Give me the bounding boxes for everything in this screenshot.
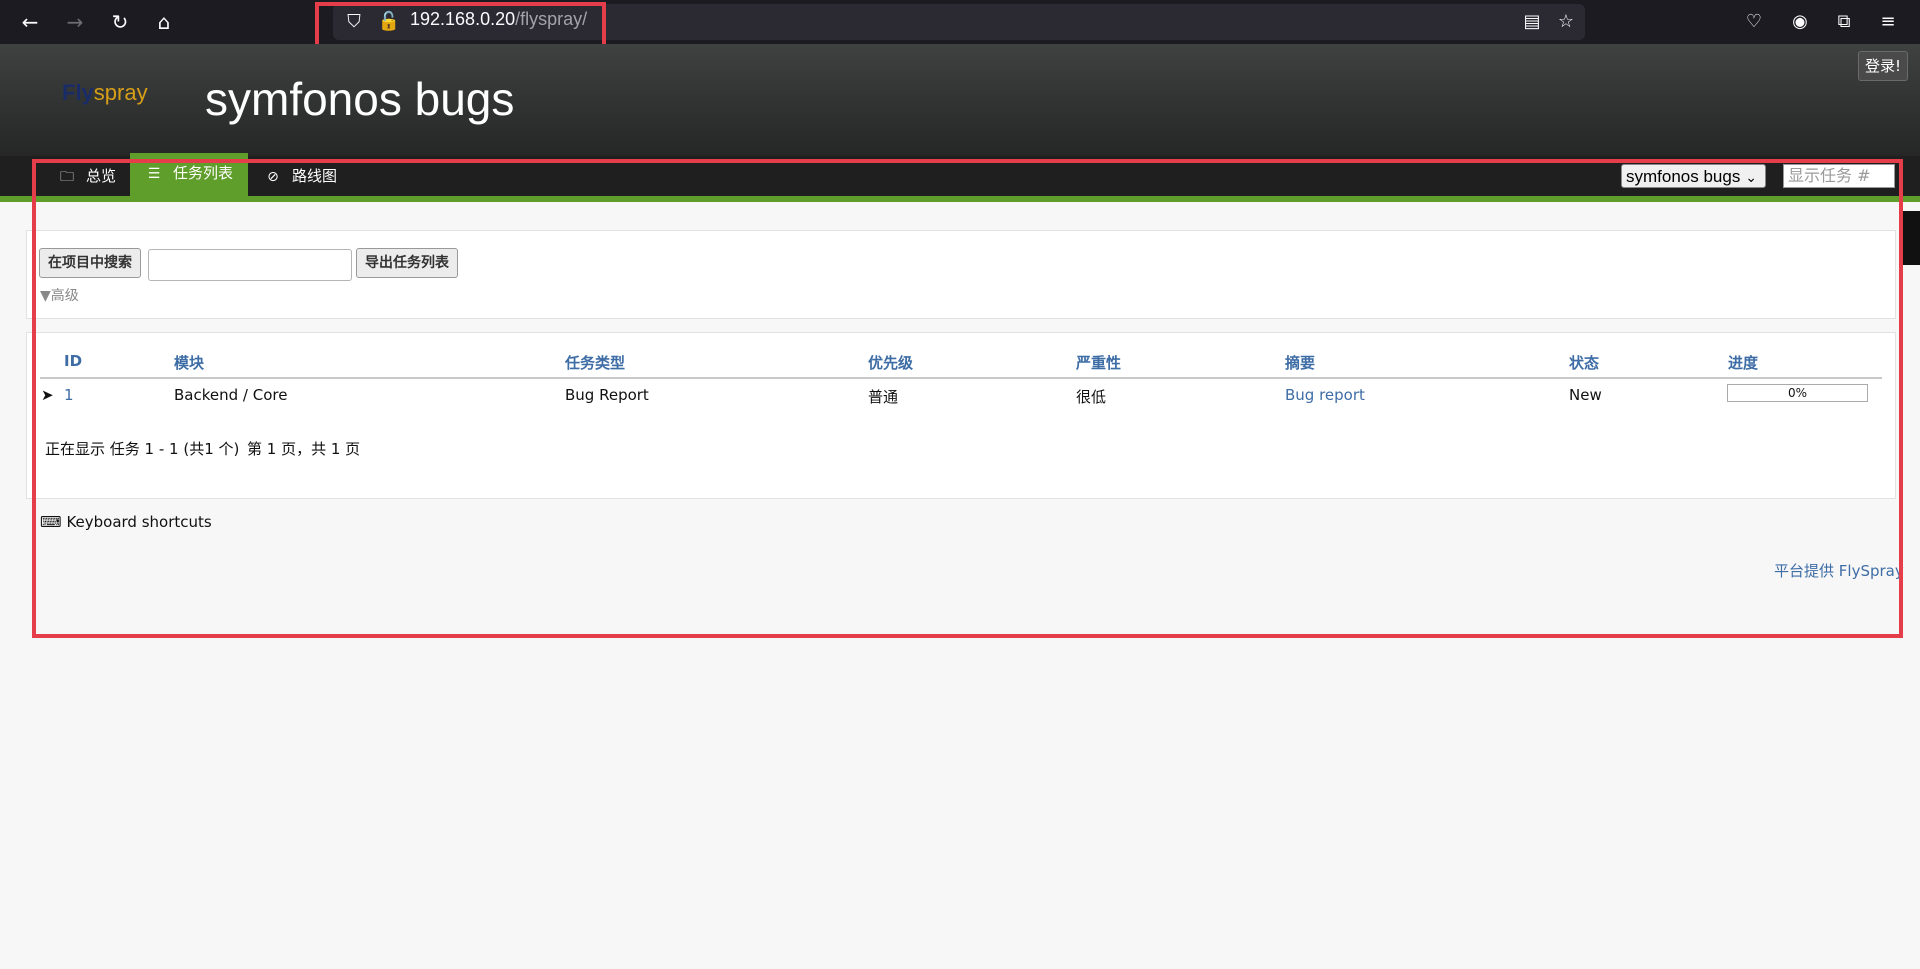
side-panel-handle[interactable] xyxy=(1903,211,1920,265)
column-header-progress[interactable]: 进度 xyxy=(1728,352,1758,373)
folder-icon: 🗀 xyxy=(60,169,74,185)
tab-overview-label: 总览 xyxy=(86,167,117,185)
shield-icon[interactable]: ⛉ xyxy=(342,10,366,34)
pocket-icon[interactable]: ♡ xyxy=(1742,10,1766,34)
column-header-id[interactable]: ID xyxy=(64,352,82,370)
url-text[interactable]: 192.168.0.20/flyspray/ xyxy=(410,9,587,30)
task-status: New xyxy=(1569,386,1602,404)
keyboard-icon: ⌨ xyxy=(40,513,62,531)
login-button[interactable]: 登录! xyxy=(1858,51,1909,81)
extensions-icon[interactable]: ⧉ xyxy=(1832,10,1856,34)
list-icon: ☰ xyxy=(147,166,161,182)
export-tasklist-button[interactable]: 导出任务列表 xyxy=(356,248,458,278)
column-header-priority[interactable]: 优先级 xyxy=(868,352,913,373)
tab-roadmap[interactable]: ⊘ 路线图 xyxy=(250,156,351,196)
search-input[interactable] xyxy=(148,249,352,281)
forward-icon[interactable]: → xyxy=(60,8,90,36)
keyboard-shortcuts-label: Keyboard shortcuts xyxy=(66,513,212,531)
column-header-module[interactable]: 模块 xyxy=(174,352,204,373)
menu-icon[interactable]: ≡ xyxy=(1876,10,1900,34)
chevron-down-icon: ⌄ xyxy=(1745,169,1757,185)
search-project-button[interactable]: 在项目中搜索 xyxy=(39,248,141,278)
column-header-status[interactable]: 状态 xyxy=(1569,352,1599,373)
insecure-lock-icon[interactable]: 🔓 xyxy=(377,10,401,34)
advanced-toggle[interactable]: ▼高级 xyxy=(40,285,79,305)
task-summary-link[interactable]: Bug report xyxy=(1285,386,1365,404)
tab-tasklist-label: 任务列表 xyxy=(173,164,234,182)
tasklist-panel xyxy=(26,332,1896,499)
reload-icon[interactable]: ↻ xyxy=(105,8,135,36)
flyspray-logo[interactable]: Flyspray xyxy=(62,80,182,120)
table-header-divider xyxy=(40,377,1882,379)
tab-overview[interactable]: 🗀 总览 xyxy=(44,156,130,196)
task-number-input[interactable]: 显示任务 # xyxy=(1783,164,1895,188)
tab-tasklist[interactable]: ☰ 任务列表 xyxy=(130,153,249,196)
logo-spray: spray xyxy=(93,80,148,105)
site-title[interactable]: symfonos bugs xyxy=(205,72,514,126)
home-icon[interactable]: ⌂ xyxy=(149,8,179,36)
column-header-severity[interactable]: 严重性 xyxy=(1076,352,1121,373)
task-progress-label: 0% xyxy=(1787,386,1808,400)
task-severity: 很低 xyxy=(1076,388,1107,406)
powered-by-link[interactable]: 平台提供 FlySpray xyxy=(1774,560,1904,581)
nav-underline xyxy=(0,196,1920,202)
project-select[interactable]: symfonos bugs ⌄ xyxy=(1621,164,1766,188)
column-header-type[interactable]: 任务类型 xyxy=(565,352,625,373)
account-icon[interactable]: ◉ xyxy=(1788,10,1812,34)
keyboard-shortcuts-link[interactable]: ⌨ Keyboard shortcuts xyxy=(40,513,212,531)
tab-roadmap-label: 路线图 xyxy=(292,167,338,185)
logo-fly: Fly xyxy=(62,80,94,105)
task-module: Backend / Core xyxy=(174,386,288,404)
bookmark-star-icon[interactable]: ☆ xyxy=(1554,10,1578,34)
task-progress-bar: 0% xyxy=(1727,384,1868,402)
page-info: 第 1 页，共 1 页 xyxy=(247,440,361,458)
back-icon[interactable]: ← xyxy=(15,8,45,36)
project-select-value: symfonos bugs xyxy=(1626,167,1741,186)
task-type: Bug Report xyxy=(565,386,649,404)
task-count-info: 正在显示 任务 1 - 1 (共1 个) xyxy=(45,440,240,458)
compass-icon: ⊘ xyxy=(267,169,279,185)
expand-row-icon[interactable]: ➤ xyxy=(41,386,54,404)
reader-view-icon[interactable]: ▤ xyxy=(1520,10,1544,34)
task-id-link[interactable]: 1 xyxy=(64,386,74,404)
url-host: 192.168.0.20 xyxy=(410,9,516,29)
task-priority: 普通 xyxy=(868,388,899,406)
url-path: /flyspray/ xyxy=(515,9,588,29)
column-header-summary[interactable]: 摘要 xyxy=(1285,352,1315,373)
